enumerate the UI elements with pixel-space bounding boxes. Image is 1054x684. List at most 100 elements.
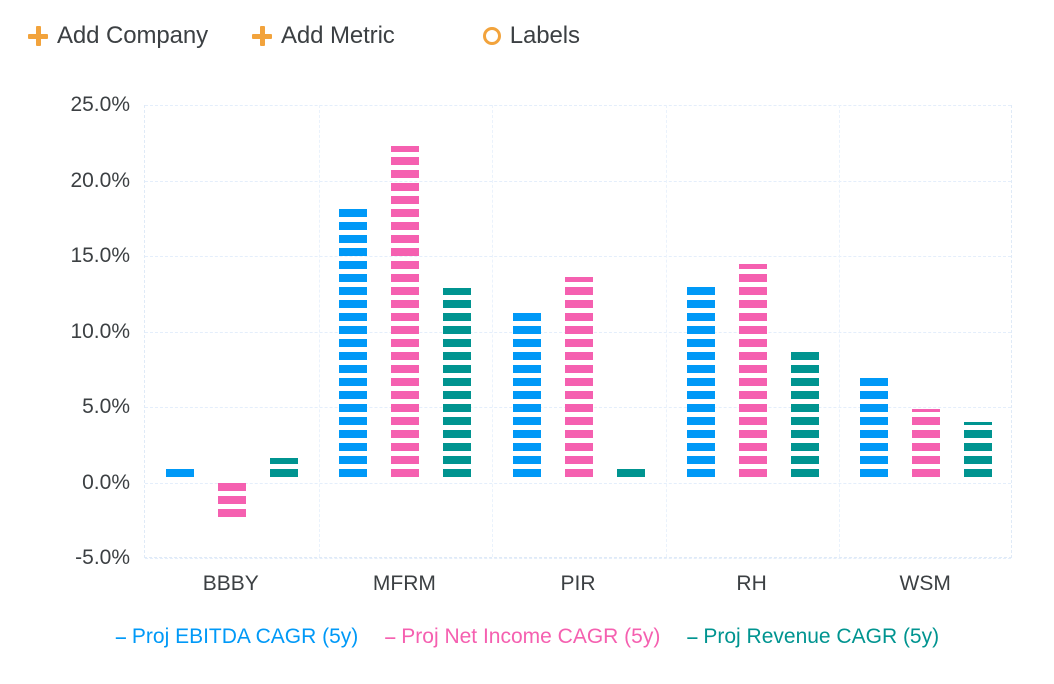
- bar[interactable]: [165, 464, 194, 482]
- bar-stripe: [738, 339, 767, 348]
- bar-stripe: [565, 352, 593, 361]
- add-company-button[interactable]: Add Company: [28, 22, 208, 50]
- bar-stripe: [860, 391, 889, 400]
- bar-stripe: [912, 469, 941, 478]
- bar[interactable]: [738, 263, 767, 483]
- bar-fill: [686, 283, 715, 482]
- bar-stripe: [686, 339, 715, 348]
- bar[interactable]: [513, 309, 541, 483]
- bar-stripe: [860, 469, 889, 478]
- bar-stripe: [391, 404, 420, 413]
- bar-stripe: [443, 365, 472, 374]
- bar-stripe: [339, 456, 368, 465]
- bar-stripe: [738, 378, 767, 387]
- bar-stripe: [339, 235, 368, 244]
- bar[interactable]: [790, 351, 819, 482]
- bar-stripe: [738, 365, 767, 374]
- plot-area: [144, 105, 1012, 559]
- legend-item[interactable]: -- Proj EBITDA CAGR (5y): [115, 625, 358, 649]
- legend-label: Proj Net Income CAGR (5y): [401, 625, 661, 648]
- bar-stripe: [339, 274, 368, 283]
- bar-stripe: [513, 417, 541, 426]
- gridline: [145, 180, 1011, 182]
- bar-stripe: [964, 469, 993, 478]
- bar-stripe: [912, 430, 941, 439]
- bar-stripe: [860, 456, 889, 465]
- bar-stripe: [339, 222, 368, 231]
- bar-stripe: [513, 313, 541, 322]
- bar-stripe: [443, 352, 472, 361]
- bar-stripe: [686, 404, 715, 413]
- bar-stripe: [860, 443, 889, 452]
- bar[interactable]: [443, 287, 472, 483]
- labels-toggle-button[interactable]: Labels: [482, 22, 580, 50]
- bar[interactable]: [217, 482, 246, 519]
- add-metric-label: Add Metric: [281, 22, 395, 49]
- bar-stripe: [391, 248, 420, 257]
- bar-stripe: [391, 469, 420, 478]
- bar-stripe: [790, 443, 819, 452]
- bar-stripe: [565, 365, 593, 374]
- bar-stripe: [443, 469, 472, 478]
- bar-stripe: [738, 391, 767, 400]
- add-metric-button[interactable]: Add Metric: [252, 22, 395, 50]
- bar-stripe: [790, 417, 819, 426]
- bar-stripe: [391, 145, 420, 153]
- bar-stripe: [912, 443, 941, 452]
- bar[interactable]: [860, 378, 889, 482]
- bar[interactable]: [686, 283, 715, 482]
- legend-dash-icon: --: [384, 625, 396, 649]
- plus-icon: [28, 26, 48, 46]
- bar[interactable]: [391, 145, 420, 483]
- bar-stripe: [513, 443, 541, 452]
- bar-stripe: [513, 430, 541, 439]
- bar-stripe: [686, 456, 715, 465]
- x-axis-tick-label: WSM: [899, 572, 951, 595]
- bar[interactable]: [617, 464, 645, 482]
- bar-stripe: [513, 391, 541, 400]
- bar-stripe: [513, 469, 541, 478]
- bar-stripe: [339, 261, 368, 270]
- bar[interactable]: [912, 408, 941, 483]
- bar-stripe: [565, 277, 593, 283]
- bar-stripe: [790, 430, 819, 439]
- bar-stripe: [738, 287, 767, 296]
- bar-fill: [513, 309, 541, 483]
- category-divider: [318, 105, 320, 557]
- bar[interactable]: [964, 422, 993, 482]
- bar-stripe: [339, 300, 368, 309]
- bar-stripe: [339, 365, 368, 374]
- bar-stripe: [686, 391, 715, 400]
- bar-stripe: [565, 404, 593, 413]
- bar[interactable]: [565, 277, 593, 482]
- legend-dash-icon: --: [114, 625, 127, 649]
- category-divider: [839, 105, 841, 557]
- bar-stripe: [391, 287, 420, 296]
- bar-stripe: [738, 263, 767, 270]
- bar-stripe: [391, 300, 420, 309]
- chart-legend: -- Proj EBITDA CAGR (5y) -- Proj Net Income…: [0, 612, 1054, 662]
- legend-item[interactable]: -- Proj Net Income CAGR (5y): [384, 625, 660, 649]
- bar-stripe: [443, 417, 472, 426]
- bar-stripe: [339, 352, 368, 361]
- bar[interactable]: [339, 208, 368, 483]
- bar-stripe: [686, 430, 715, 439]
- bar-stripe: [565, 378, 593, 387]
- bar-fill: [565, 277, 593, 482]
- bar-stripe: [269, 469, 298, 478]
- legend-item[interactable]: -- Proj Revenue CAGR (5y): [686, 625, 939, 649]
- bar-stripe: [513, 404, 541, 413]
- bar-stripe: [391, 183, 420, 192]
- bar-stripe: [391, 157, 420, 166]
- bar-stripe: [686, 313, 715, 322]
- bar-stripe: [391, 365, 420, 374]
- bar-stripe: [513, 378, 541, 387]
- bar-stripe: [565, 287, 593, 296]
- bar-stripe: [269, 458, 298, 465]
- bar-stripe: [443, 378, 472, 387]
- category-divider: [665, 105, 667, 557]
- bar[interactable]: [269, 458, 298, 482]
- y-axis: 25.0% 20.0% 15.0% 10.0% 5.0% 0.0% -5.0%: [0, 72, 130, 612]
- bar-stripe: [790, 378, 819, 387]
- bar-stripe: [964, 422, 993, 426]
